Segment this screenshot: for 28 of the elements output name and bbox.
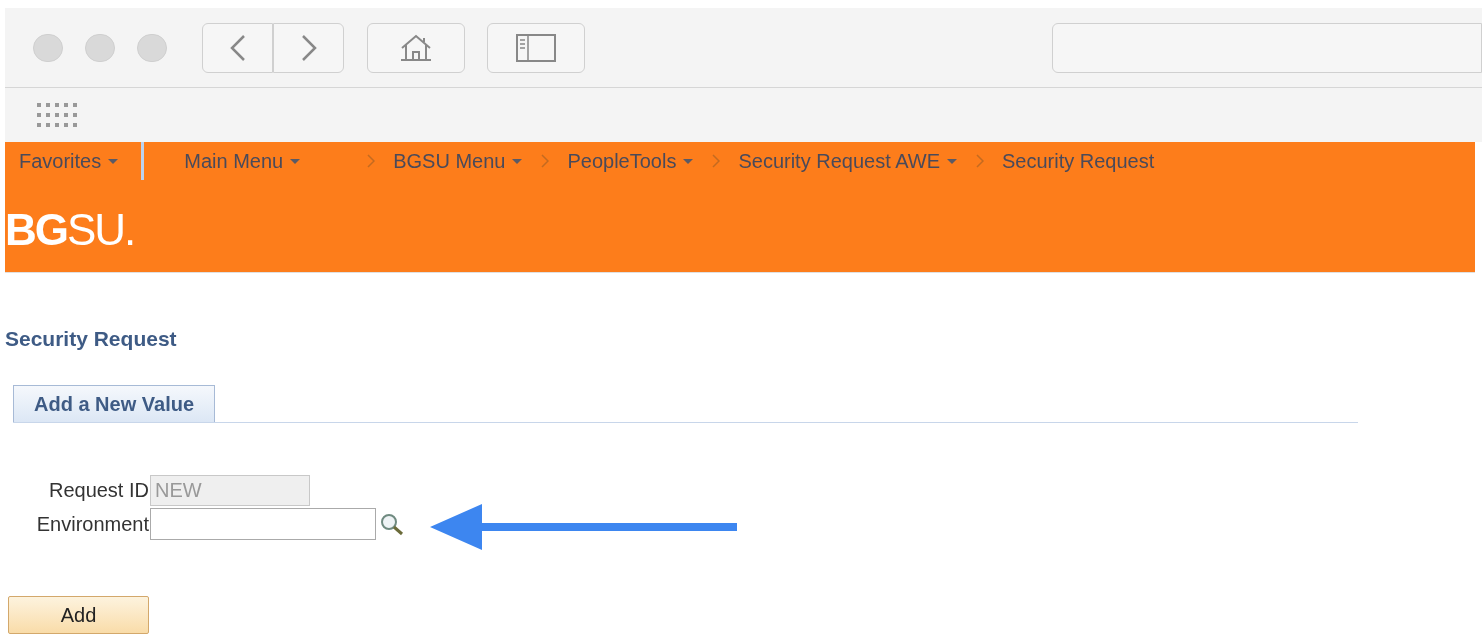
favorites-menu[interactable]: Favorites [19, 146, 120, 176]
breadcrumb-link[interactable]: Main Menu [184, 146, 302, 176]
breadcrumb-link[interactable]: PeopleTools [567, 146, 695, 176]
chevron-right-icon [367, 154, 376, 168]
apps-grid-icon[interactable] [37, 103, 77, 127]
add-button[interactable]: Add [8, 595, 149, 634]
chevron-right-icon [976, 154, 984, 168]
bgsu-logo: BGSU. [5, 208, 135, 252]
chevron-right-icon [541, 154, 550, 168]
breadcrumb-link[interactable]: Security Request AWE [738, 146, 958, 176]
forward-button[interactable] [273, 22, 344, 73]
sidebar-button[interactable] [487, 22, 585, 73]
address-field[interactable] [1052, 22, 1482, 73]
breadcrumb-link[interactable]: Security Request [1002, 146, 1155, 176]
tab[interactable]: Add a New Value [13, 384, 216, 422]
field-label: Environment [35, 511, 150, 537]
home-button[interactable] [367, 22, 465, 73]
sidebar-icon [516, 33, 556, 62]
field-label: Request ID [47, 478, 150, 503]
input-field[interactable] [150, 507, 376, 540]
search-icon[interactable] [379, 511, 405, 536]
back-button[interactable] [202, 22, 273, 73]
breadcrumb-link[interactable]: BGSU Menu [393, 146, 524, 176]
window-minimize-button[interactable] [85, 33, 115, 62]
window-zoom-button[interactable] [137, 33, 167, 62]
window-close-button[interactable] [33, 33, 63, 62]
chevron-right-icon [712, 154, 721, 168]
page-title: Security Request [5, 326, 177, 352]
